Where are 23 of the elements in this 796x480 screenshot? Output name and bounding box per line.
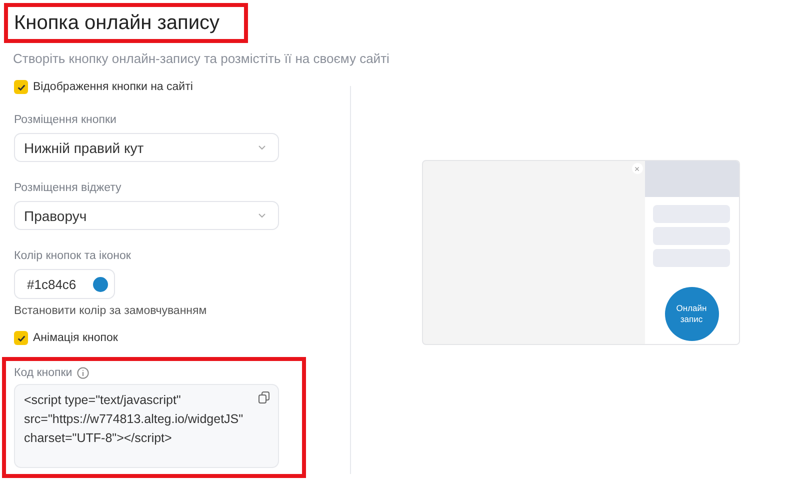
info-icon[interactable] <box>77 367 90 379</box>
checkbox[interactable] <box>14 80 28 94</box>
color-field[interactable]: #1c84c6 <box>14 269 115 299</box>
field-label: Розміщення кнопки <box>14 114 118 126</box>
chevron-icon <box>258 145 266 150</box>
color-swatch[interactable] <box>93 276 108 292</box>
field-label: Розміщення віджету <box>14 182 122 194</box>
copy-icon[interactable] <box>258 391 270 404</box>
booking-button[interactable]: Онлайн запис <box>664 287 718 341</box>
checkbox[interactable] <box>14 331 28 345</box>
widget-position-select[interactable]: Праворуч <box>14 201 279 230</box>
code-field[interactable]: <script type="text/javascript" src="https://w774813.alteg.io/widgetJS" charset="UTF-8"></script> <box>14 384 279 468</box>
page-title: Кнопка онлайн запису <box>13 11 221 36</box>
page-subtitle: Створіть кнопку онлайн-запису та розмістіть її на своєму сайті <box>13 51 390 66</box>
chevron-icon <box>258 213 266 218</box>
check-icon <box>16 82 26 92</box>
button-position-select[interactable]: Нижній правий кут <box>14 133 279 162</box>
check-icon <box>16 334 26 342</box>
field-label: Колір кнопок та іконок <box>14 250 132 262</box>
checkbox-label: Відображення кнопки на сайті <box>33 81 193 93</box>
reset-color-link[interactable]: Встановити колір за замовчуванням <box>14 305 350 317</box>
checkbox-label: Анімація кнопок <box>33 332 118 344</box>
field-label: Код кнопки <box>14 367 72 379</box>
